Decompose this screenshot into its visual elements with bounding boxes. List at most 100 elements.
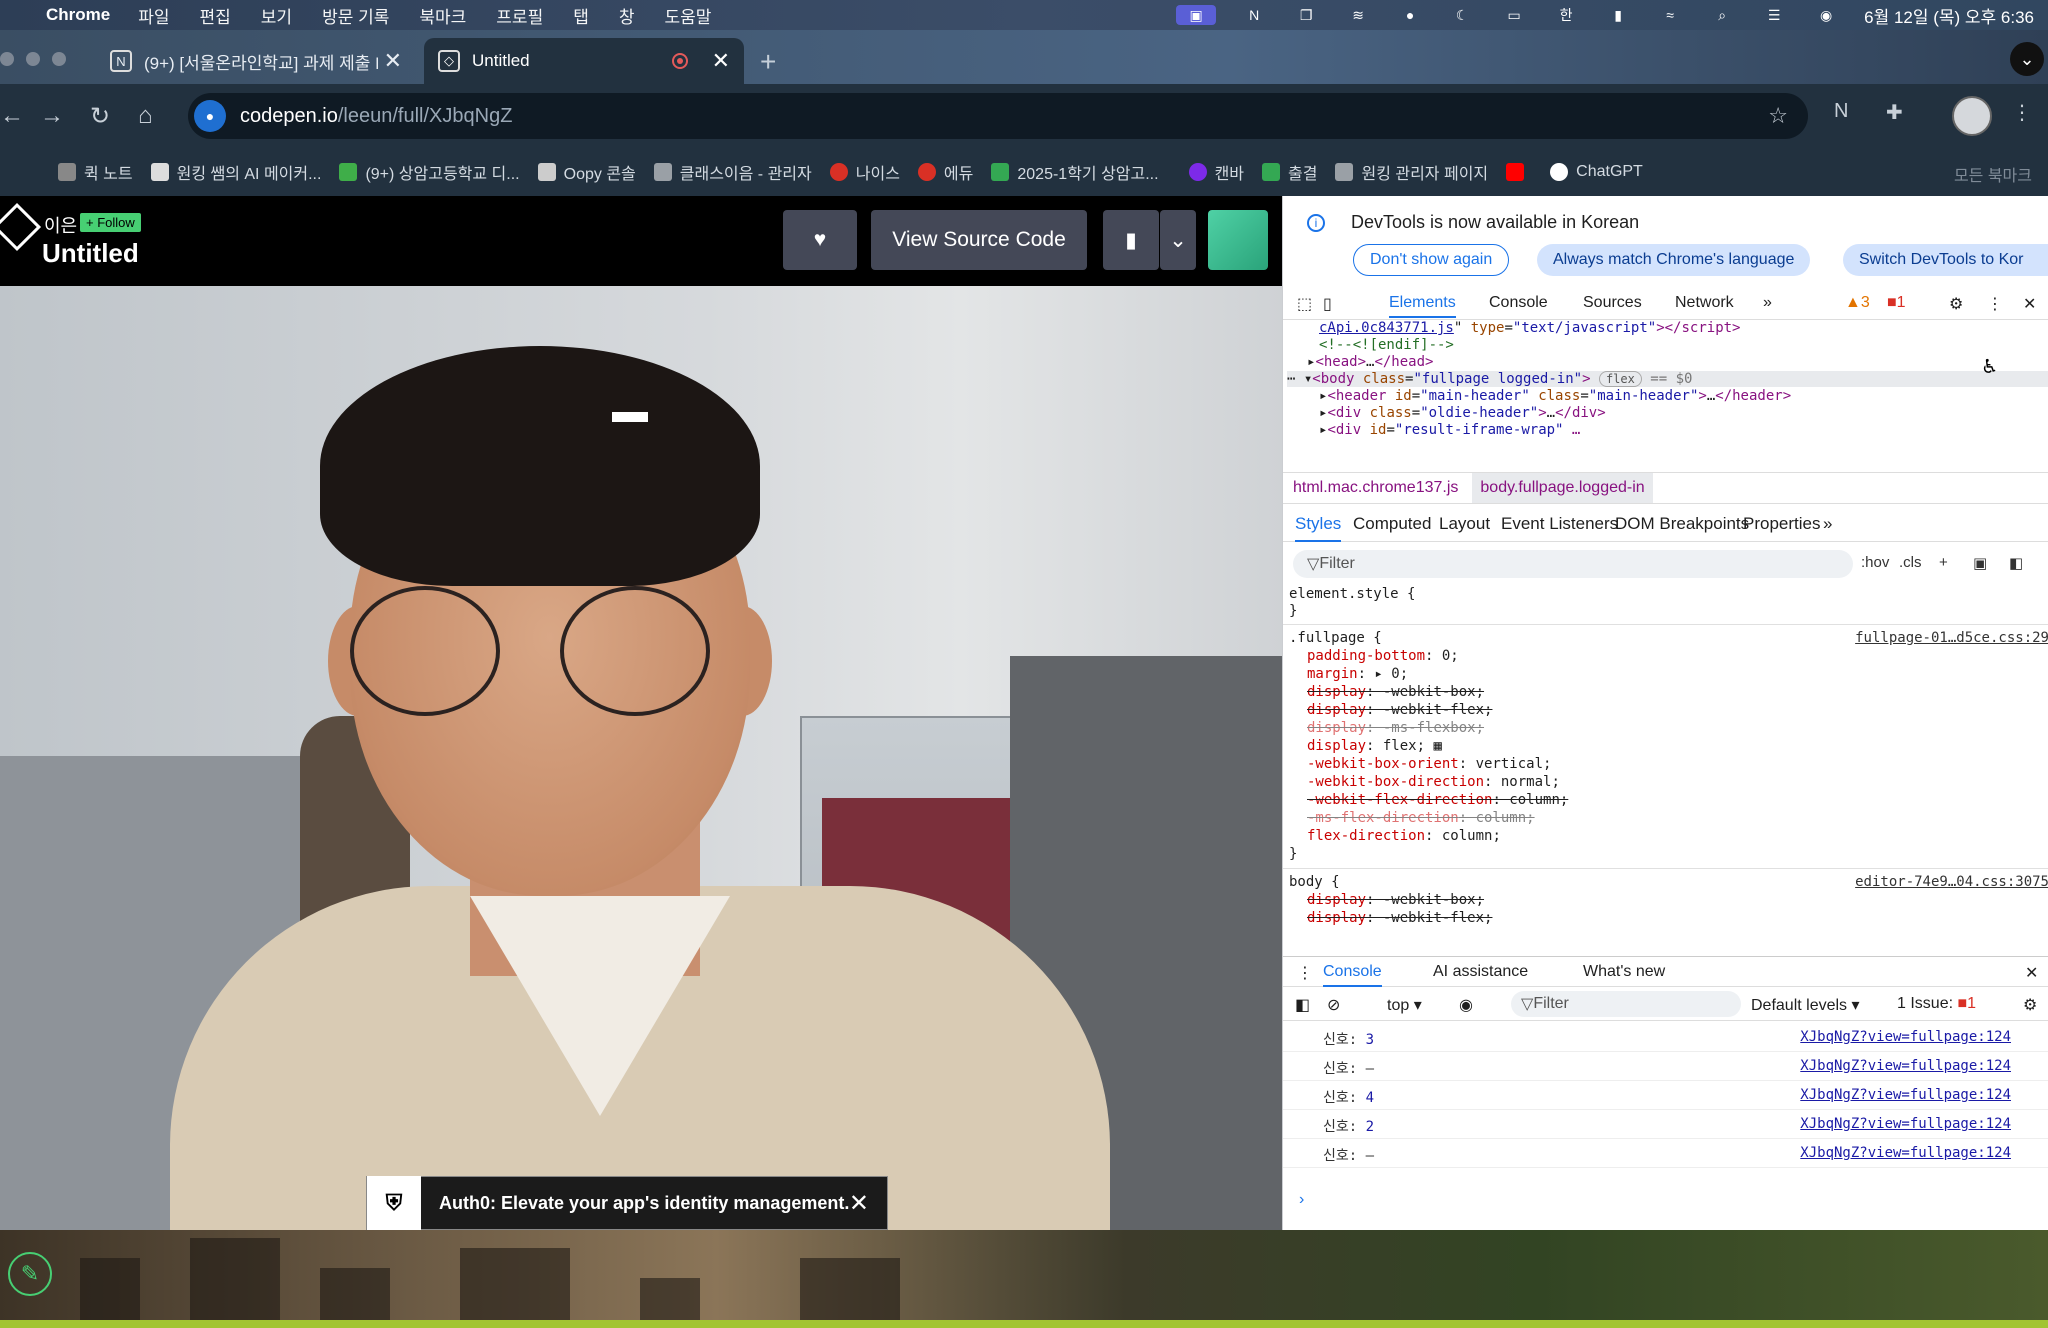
bookmark-menu-button[interactable]: ⌄: [1160, 210, 1196, 270]
css-decl[interactable]: -webkit-box-orient: vertical;: [1307, 756, 1551, 772]
tab-network[interactable]: Network: [1675, 294, 1734, 312]
wifi-icon[interactable]: ≈: [1656, 5, 1684, 25]
bookmark-star-icon[interactable]: ☆: [1768, 103, 1788, 129]
css-source-link[interactable]: editor-74e9…04.css:3075: [1855, 874, 2048, 890]
layers-icon[interactable]: ≋: [1344, 5, 1372, 25]
new-rule-icon[interactable]: +: [1939, 554, 1948, 571]
close-drawer-icon[interactable]: ✕: [2025, 963, 2038, 983]
view-source-button[interactable]: View Source Code: [871, 210, 1087, 270]
profile-avatar[interactable]: [1952, 96, 1992, 136]
log-levels-select[interactable]: Default levels ▾: [1751, 995, 1860, 1015]
styles-filter-input[interactable]: ▽ Filter: [1293, 550, 1853, 578]
extensions-icon[interactable]: ✚: [1886, 100, 1903, 125]
switch-language-button[interactable]: Switch DevTools to Kor: [1843, 244, 2048, 276]
css-fullpage-selector[interactable]: .fullpage {: [1289, 630, 1382, 646]
edit-pencil-icon[interactable]: ✎: [8, 1252, 52, 1296]
display-icon[interactable]: ▭: [1500, 5, 1528, 25]
home-icon[interactable]: ⌂: [138, 102, 153, 130]
tab-classroom[interactable]: N (9+) [서울온라인학교] 과제 제출 D ✕: [96, 38, 416, 84]
css-decl[interactable]: padding-bottom: 0;: [1307, 648, 1459, 664]
tab-event-listeners[interactable]: Event Listeners: [1501, 514, 1618, 534]
tab-search-chevron-icon[interactable]: ⌄: [2010, 42, 2044, 76]
chrome-menu-icon[interactable]: ⋮: [2012, 100, 2032, 125]
css-decl[interactable]: display: -webkit-box;: [1307, 892, 1484, 908]
bookmark-item[interactable]: 클래스이음 - 관리자: [653, 160, 812, 184]
close-devtools-icon[interactable]: ✕: [2023, 294, 2036, 314]
bookmark-item[interactable]: 에듀: [917, 160, 973, 184]
close-tab-icon[interactable]: ✕: [384, 48, 402, 74]
tab-styles[interactable]: Styles: [1295, 514, 1342, 542]
close-icon[interactable]: ✕: [849, 1189, 869, 1218]
control-center-icon[interactable]: ☰: [1760, 5, 1788, 25]
css-body-selector[interactable]: body {: [1289, 874, 1340, 890]
console-settings-gear-icon[interactable]: ⚙: [2023, 995, 2037, 1015]
css-decl[interactable]: -ms-flex-direction: column;: [1307, 810, 1535, 826]
bookmark-item[interactable]: ChatGPT: [1550, 163, 1643, 181]
log-source-link[interactable]: XJbqNgZ?view=fullpage:124: [1800, 1029, 2011, 1045]
codepen-user[interactable]: 이은: [44, 212, 77, 238]
address-bar[interactable]: ● codepen.io/leeun/full/XJbqNgZ ☆: [188, 93, 1808, 139]
clear-console-icon[interactable]: ⊘: [1327, 995, 1340, 1015]
css-decl[interactable]: -webkit-flex-direction: column;: [1307, 792, 1568, 808]
reload-icon[interactable]: ↻: [90, 102, 110, 131]
menu-edit[interactable]: 편집: [200, 3, 231, 28]
screen-share-icon[interactable]: ▣: [1176, 5, 1217, 25]
more-options-icon[interactable]: ⋮: [1987, 294, 2003, 314]
css-decl[interactable]: display: -ms-flexbox;: [1307, 720, 1484, 736]
log-source-link[interactable]: XJbqNgZ?view=fullpage:124: [1800, 1116, 2011, 1132]
match-language-button[interactable]: Always match Chrome's language: [1537, 244, 1811, 276]
css-source-link[interactable]: fullpage-01…d5ce.css:29: [1855, 630, 2048, 646]
bookmark-item[interactable]: 원킹 관리자 페이지: [1335, 160, 1488, 184]
breadcrumb-html[interactable]: html.mac.chrome137.js: [1293, 479, 1458, 497]
css-decl[interactable]: margin: ▸ 0;: [1307, 666, 1408, 682]
tab-computed[interactable]: Computed: [1353, 514, 1431, 534]
dom-node-body[interactable]: ⋯ ▾<body class="fullpage logged-in"> fle…: [1287, 371, 2048, 387]
cls-toggle[interactable]: .cls: [1899, 554, 1922, 571]
site-info-icon[interactable]: ●: [194, 100, 226, 132]
warning-badge[interactable]: ▲3: [1845, 294, 1870, 312]
close-tab-icon[interactable]: ✕: [712, 48, 730, 74]
css-decl[interactable]: -webkit-box-direction: normal;: [1307, 774, 1560, 790]
paint-icon[interactable]: ▣: [1973, 554, 1987, 572]
new-tab-button[interactable]: +: [760, 46, 776, 78]
dom-node-head[interactable]: ▸<head>…</head>: [1307, 354, 1433, 370]
input-source-icon[interactable]: 한: [1552, 5, 1580, 25]
device-toolbar-icon[interactable]: ▯: [1323, 294, 1332, 314]
bookmark-button[interactable]: ▮: [1103, 210, 1159, 270]
tab-dom-breakpoints[interactable]: DOM Breakpoints: [1615, 514, 1749, 534]
tab-untitled[interactable]: ◇ Untitled ✕: [424, 38, 744, 84]
battery-icon[interactable]: ▮: [1604, 5, 1632, 25]
console-filter-input[interactable]: ▽ Filter: [1511, 991, 1741, 1017]
more-tabs-icon[interactable]: »: [1823, 514, 1832, 534]
css-element-style[interactable]: element.style {: [1289, 586, 1415, 602]
auth0-ad-banner[interactable]: ⛨ Auth0: Elevate your app's identity man…: [366, 1176, 888, 1230]
close-window-icon[interactable]: [0, 52, 14, 66]
dom-node-div[interactable]: ▸<div id="result-iframe-wrap" …: [1319, 422, 1580, 438]
bookmark-item[interactable]: Oopy 콘솔: [537, 160, 636, 184]
accessibility-icon[interactable]: ♿: [1983, 354, 1996, 379]
menu-help[interactable]: 도움말: [665, 3, 712, 28]
console-log-row[interactable]: 신호: – XJbqNgZ?view=fullpage:124: [1283, 1052, 2048, 1081]
tab-properties[interactable]: Properties: [1743, 514, 1820, 534]
drawer-tab-whats-new[interactable]: What's new: [1583, 963, 1665, 981]
bookmark-item[interactable]: 2025-1학기 상암고...: [991, 160, 1159, 184]
sidebar-icon[interactable]: ◧: [1295, 995, 1310, 1015]
menu-view[interactable]: 보기: [261, 3, 292, 28]
bookmark-item[interactable]: 원킹 쌤의 AI 메이커...: [150, 160, 321, 184]
drawer-tab-ai[interactable]: AI assistance: [1433, 963, 1528, 981]
error-badge[interactable]: ■1: [1887, 294, 1906, 312]
notion-icon[interactable]: N: [1240, 5, 1268, 25]
minimize-window-icon[interactable]: [26, 52, 40, 66]
dom-node-div[interactable]: ▸<div class="oldie-header">…</div>: [1319, 405, 1606, 421]
tab-sources[interactable]: Sources: [1583, 294, 1642, 312]
log-source-link[interactable]: XJbqNgZ?view=fullpage:124: [1800, 1145, 2011, 1161]
console-log-row[interactable]: 신호: 2 XJbqNgZ?view=fullpage:124: [1283, 1110, 2048, 1139]
menu-window[interactable]: 창: [619, 3, 635, 28]
user-avatar[interactable]: [1208, 210, 1268, 270]
bookmark-item-youtube[interactable]: [1506, 163, 1532, 181]
css-decl[interactable]: flex-direction: column;: [1307, 828, 1501, 844]
dom-node-header[interactable]: ▸<header id="main-header" class="main-he…: [1319, 388, 1791, 404]
url-text[interactable]: codepen.io/leeun/full/XJbqNgZ: [240, 105, 512, 128]
drawer-tab-console[interactable]: Console: [1323, 963, 1382, 987]
live-expression-eye-icon[interactable]: ◉: [1459, 995, 1473, 1015]
